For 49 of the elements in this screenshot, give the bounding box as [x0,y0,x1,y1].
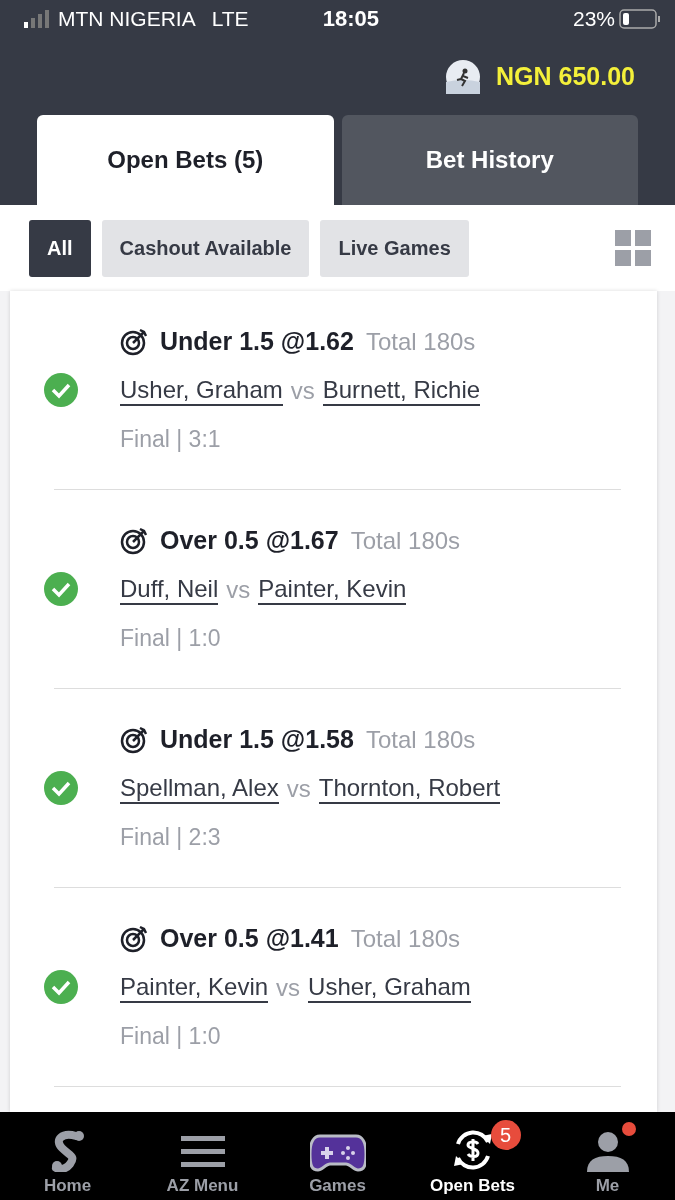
bet-type: Total 180s [365,725,476,754]
nav-item[interactable]: AZ Menu [135,1112,270,1200]
target-icon [120,924,148,953]
target-icon [120,526,148,555]
match-result: Final | 1:0 [120,1023,222,1050]
nav-item[interactable]: Me [540,1112,675,1200]
balance-amount: NGN 650.00 [496,62,635,91]
vs-label: vs [226,576,251,604]
match-result: Final | 2:3 [120,824,222,851]
bet-market: Over 0.5 @1.67 [160,526,339,555]
carrier-name: MTN NIGERIA [58,7,196,31]
bet-type: Total 180s [350,924,461,953]
grid-view-icon[interactable] [615,230,651,266]
player-link[interactable]: Painter, Kevin [120,973,269,1003]
player-link[interactable]: Thornton, Robert [318,774,501,804]
signal-icon [24,10,52,28]
player-link[interactable]: Painter, Kevin [258,575,407,605]
person-icon [586,1130,629,1172]
clock-time: 18:05 [322,6,379,32]
player-link[interactable]: Spellman, Alex [120,774,279,804]
nav-item[interactable]: Home [0,1112,135,1200]
bet-type: Total 180s [365,327,476,356]
target-icon [120,725,148,754]
match-result: Final | 1:0 [120,625,222,652]
battery-percent: 23% [572,7,615,31]
count-badge: 5 [490,1120,521,1150]
bet-type: Total 180s [350,526,461,555]
filter-chip[interactable]: Live Games [320,219,469,277]
tab[interactable]: Open Bets (5) [37,115,334,205]
bet-market: Under 1.5 @1.58 [160,725,354,754]
target-icon [120,327,148,356]
vs-label: vs [276,974,301,1002]
nav-item[interactable]: Games [270,1112,405,1200]
player-link[interactable]: Usher, Graham [120,376,283,406]
filter-chip[interactable]: All [29,219,91,277]
filter-chip[interactable]: Cashout Available [101,219,310,277]
vs-label: vs [290,377,315,405]
player-link[interactable]: Burnett, Richie [322,376,481,406]
gamepad-icon [309,1134,366,1172]
battery-icon [619,9,661,29]
player-link[interactable]: Usher, Graham [308,973,471,1003]
bet-market: Under 1.5 @1.62 [160,327,354,356]
bet-market: Over 0.5 @1.41 [160,924,339,953]
network-type: LTE [211,7,249,31]
player-link[interactable]: Duff, Neil [120,575,219,605]
vs-label: vs [286,775,311,803]
tab[interactable]: Bet History [341,115,638,205]
match-result: Final | 3:1 [120,426,222,453]
nav-item[interactable]: 5 Open Bets [405,1112,540,1200]
